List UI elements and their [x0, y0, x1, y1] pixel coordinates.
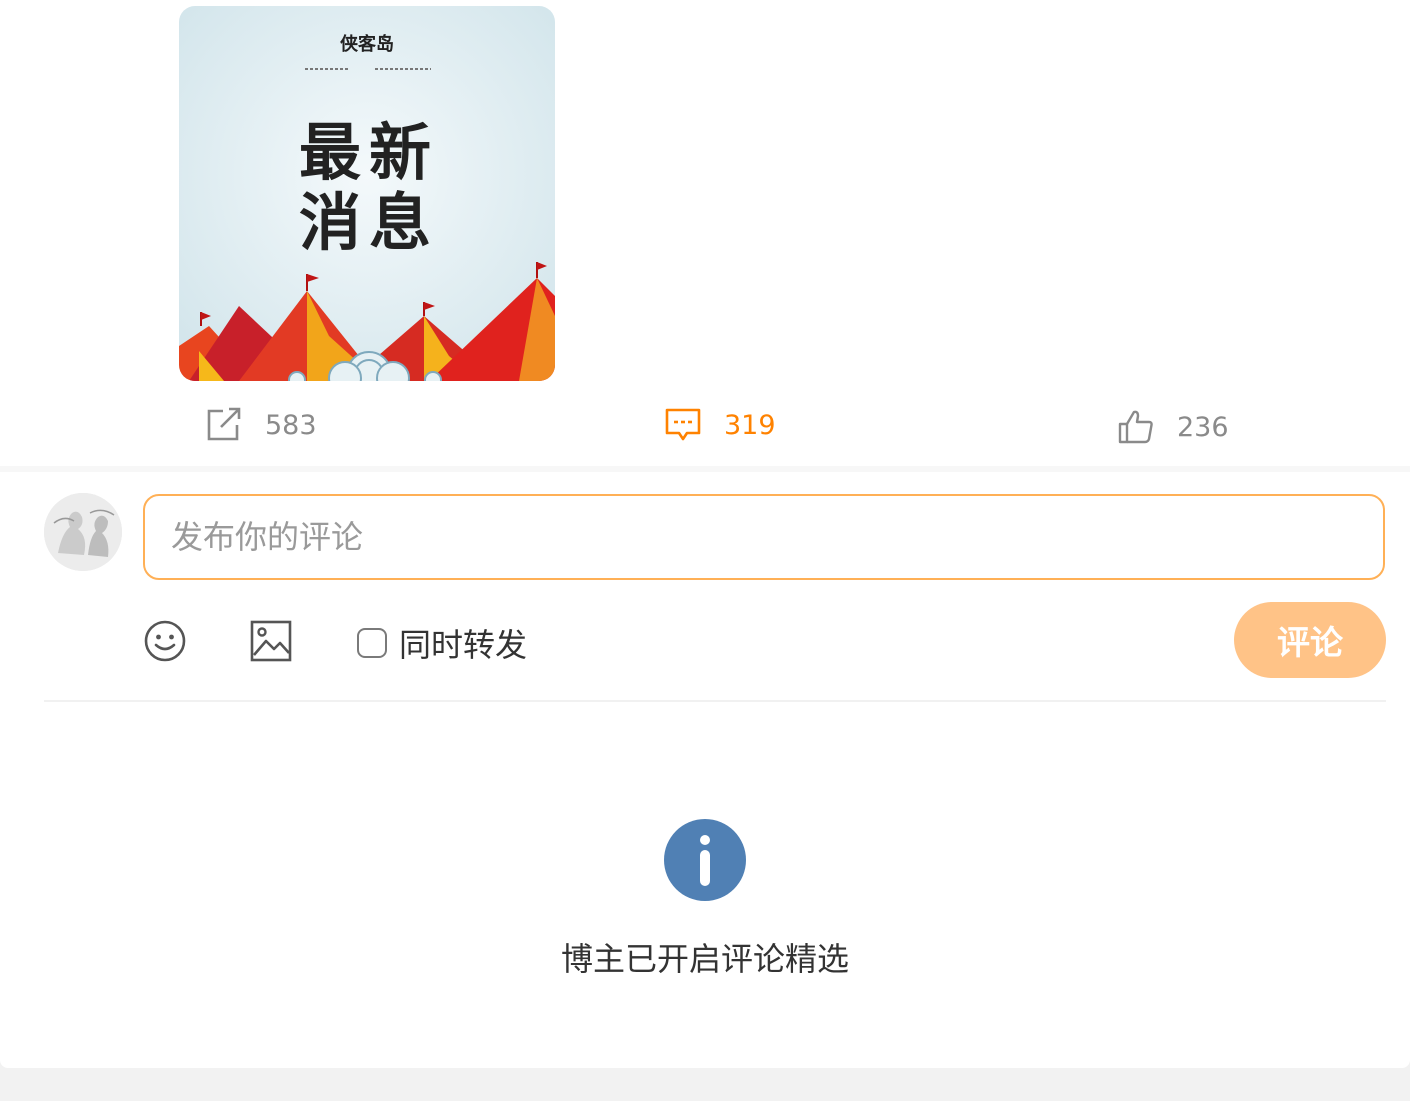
post-image[interactable]: 侠客岛 最新 消息 — [179, 6, 555, 381]
repost-checkbox-label: 同时转发 — [399, 626, 528, 664]
repost-icon — [205, 407, 243, 443]
comment-icon — [664, 407, 702, 443]
like-button[interactable]: 236 — [1117, 409, 1229, 445]
notice-text: 博主已开启评论精选 — [560, 940, 849, 978]
repost-count: 583 — [265, 409, 317, 441]
submit-comment-button[interactable]: 评论 — [1234, 602, 1386, 678]
like-count: 236 — [1177, 411, 1229, 443]
comment-button[interactable]: 319 — [664, 407, 776, 443]
section-separator — [0, 466, 1410, 472]
repost-checkbox-group[interactable]: 同时转发 — [357, 620, 527, 666]
image-headline-line2: 消息 — [299, 186, 439, 259]
thumbs-up-icon — [1117, 409, 1155, 445]
comment-curation-notice: 博主已开启评论精选 — [0, 818, 1410, 980]
image-upload-button[interactable] — [249, 619, 293, 667]
repost-checkbox[interactable] — [357, 628, 387, 658]
post-action-bar: 583 319 236 — [0, 395, 1410, 461]
emoji-button[interactable] — [143, 619, 187, 667]
image-icon — [249, 620, 293, 667]
comment-input[interactable] — [143, 494, 1385, 580]
info-icon — [663, 818, 747, 906]
user-avatar[interactable] — [44, 493, 122, 571]
composer-divider — [44, 700, 1386, 702]
repost-button[interactable]: 583 — [205, 407, 317, 443]
image-brand-text: 侠客岛 — [340, 33, 394, 55]
comment-count: 319 — [724, 409, 776, 441]
image-headline-line1: 最新 — [299, 116, 439, 189]
post-card: 侠客岛 最新 消息 583 319 236 发布你的评论 同时转发 评论 博主已… — [0, 0, 1410, 1068]
emoji-icon — [143, 620, 187, 667]
